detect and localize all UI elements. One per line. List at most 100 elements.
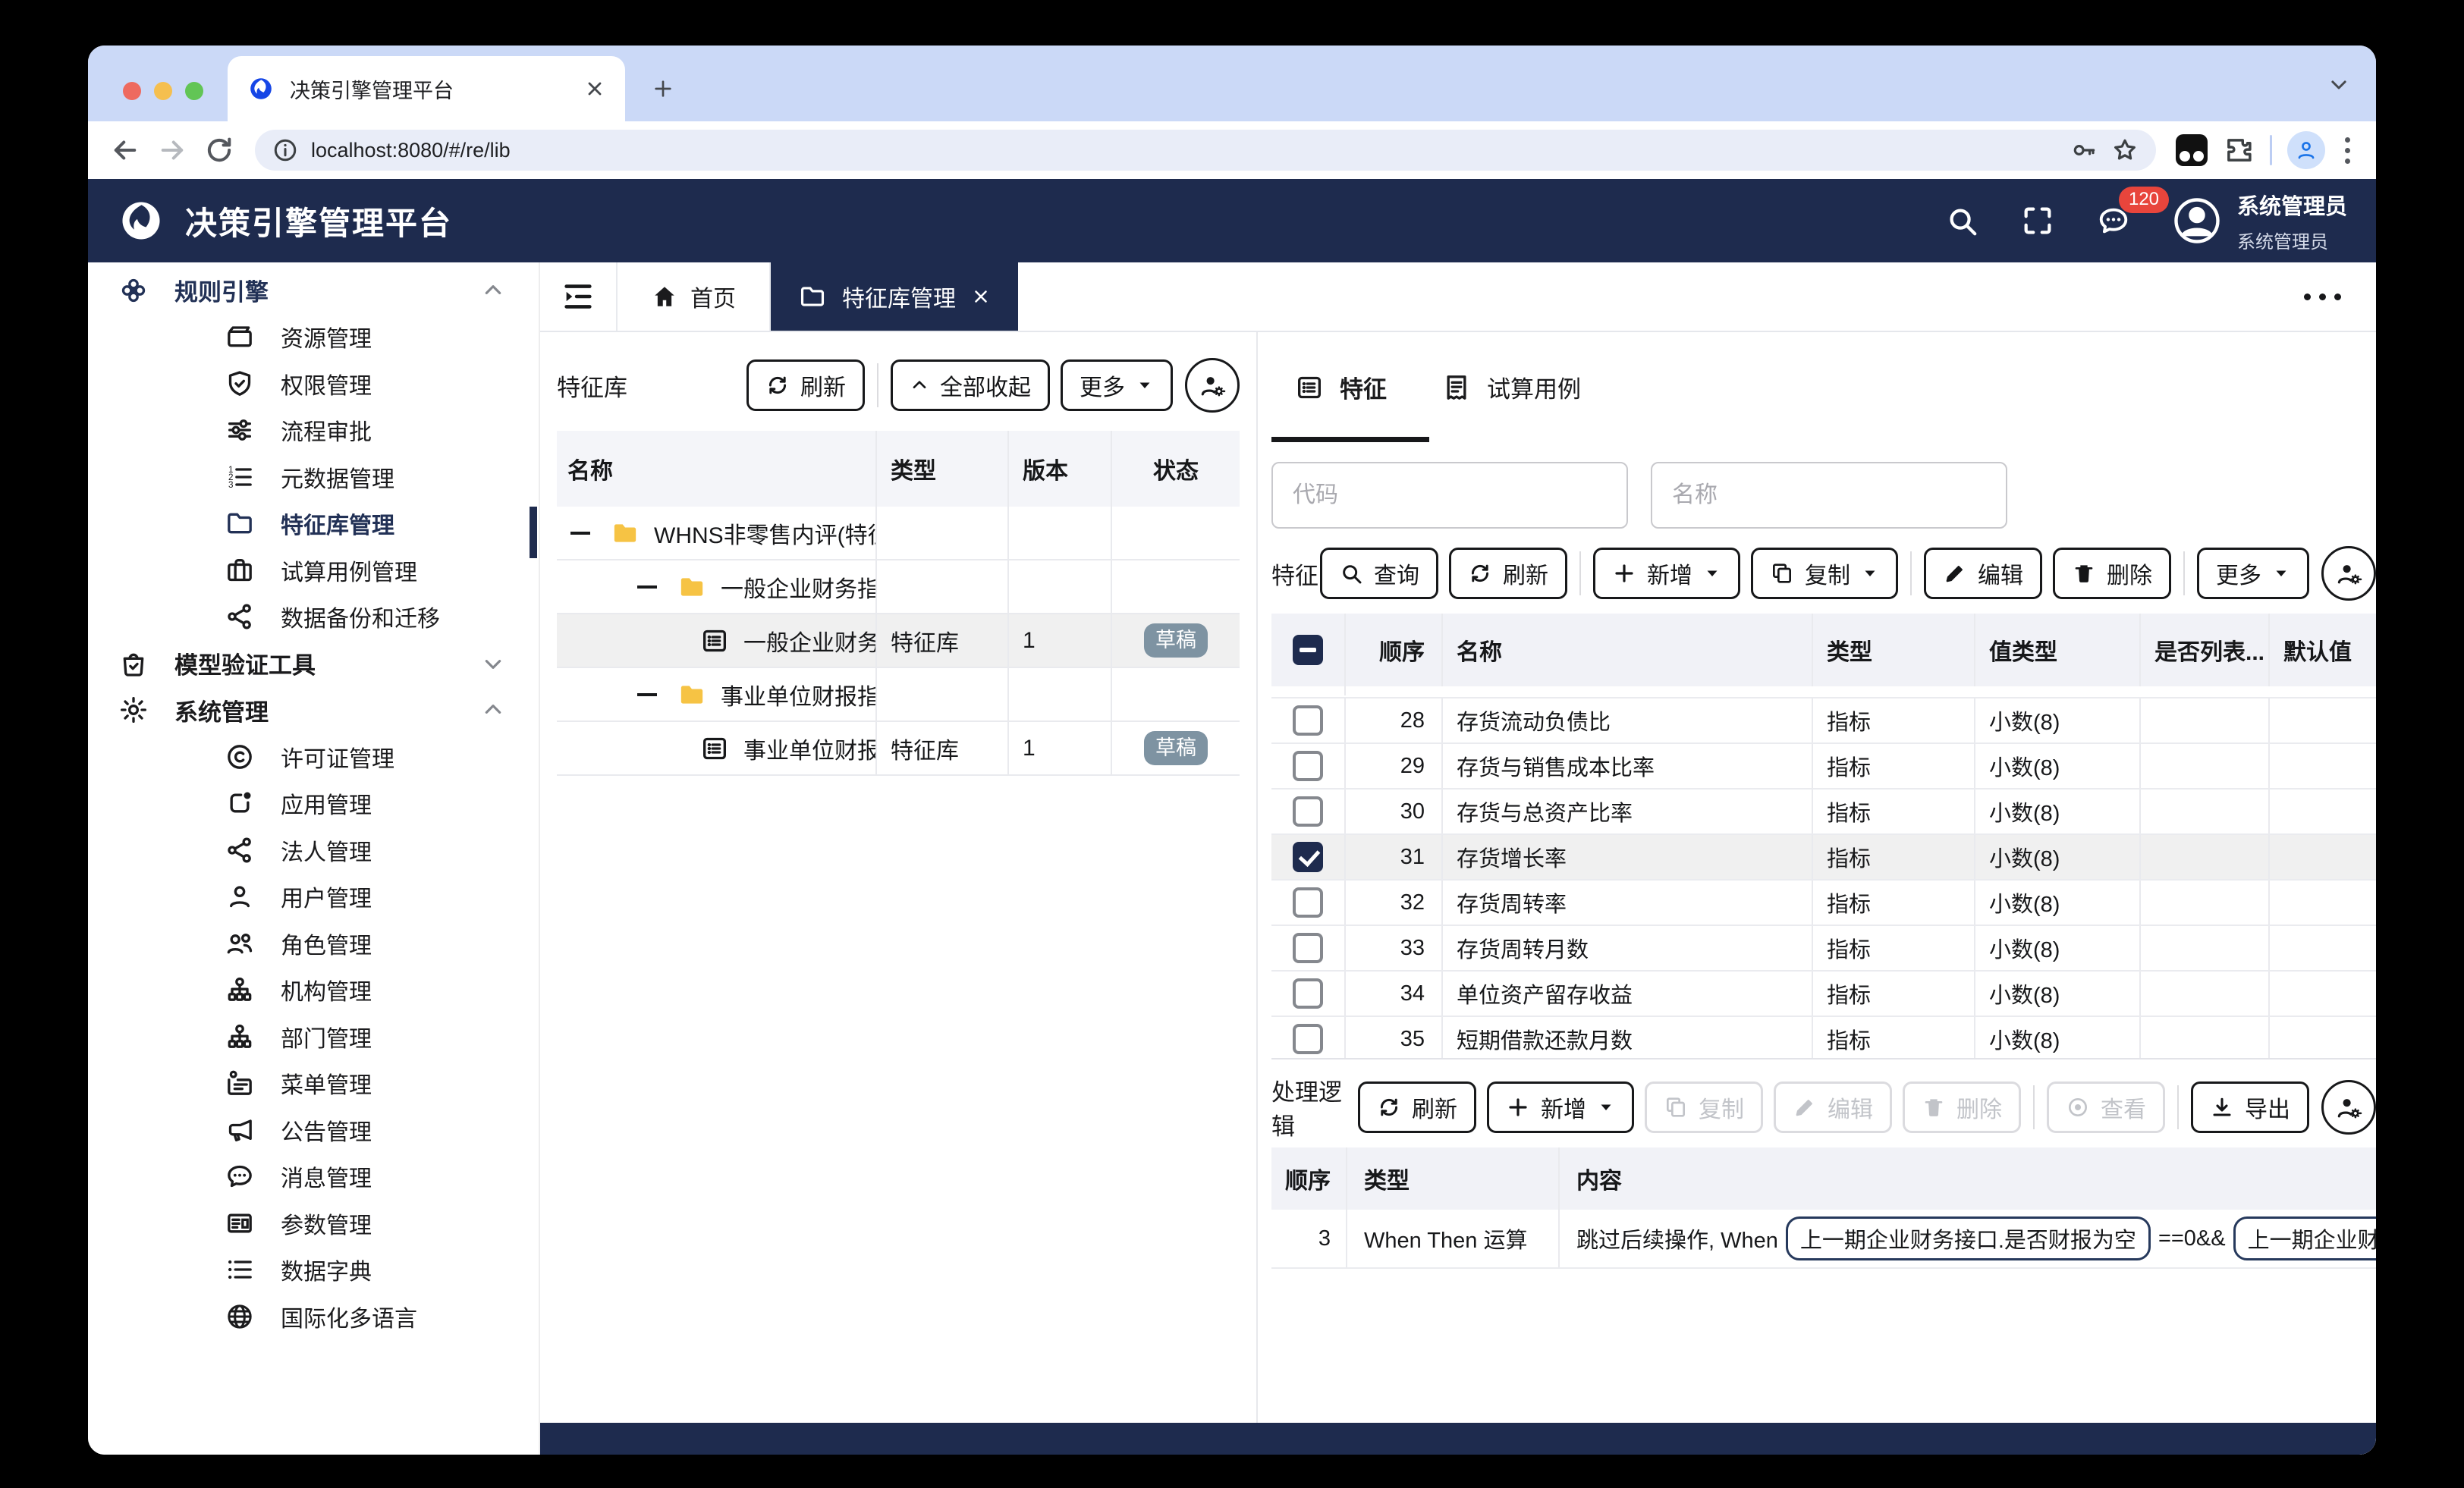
bookmark-star-icon[interactable] <box>2110 136 2139 165</box>
close-icon[interactable] <box>971 287 991 306</box>
more-button[interactable]: 更多 <box>2197 548 2309 599</box>
browser-menu-icon[interactable] <box>2340 137 2355 164</box>
logic-delete-button[interactable]: 删除 <box>1903 1081 2021 1133</box>
logic-edit-button[interactable]: 编辑 <box>1774 1081 1892 1133</box>
password-key-icon[interactable] <box>2070 136 2098 165</box>
sidebar-item-users[interactable]: 用户管理 <box>88 874 539 921</box>
feature-row[interactable]: 34 单位资产留存收益 指标 小数(8) <box>1271 972 2376 1017</box>
logic-row[interactable]: 3 When Then 运算 跳过后续操作, When 上一期企业财务接口.是否… <box>1271 1210 2376 1269</box>
logic-copy-button[interactable]: 复制 <box>1645 1081 1763 1133</box>
sidebar-item-roles[interactable]: 角色管理 <box>88 920 539 967</box>
reload-icon[interactable] <box>203 134 235 166</box>
sidebar-item-metadata[interactable]: 元数据管理 <box>88 454 539 501</box>
window-controls[interactable] <box>123 82 203 100</box>
add-button[interactable]: 新增 <box>1593 548 1740 599</box>
delete-button[interactable]: 删除 <box>2053 548 2171 599</box>
feature-row[interactable]: 32 存货周转率 指标 小数(8) <box>1271 881 2376 926</box>
sidebar-group-model-validation[interactable]: 模型验证工具 <box>88 640 539 687</box>
darkmode-extension-icon[interactable] <box>2176 134 2208 166</box>
tab-search-button[interactable] <box>2327 73 2350 96</box>
sidebar-item-applications[interactable]: 应用管理 <box>88 780 539 827</box>
extensions-puzzle-icon[interactable] <box>2223 134 2255 166</box>
sidebar-item-test-cases[interactable]: 试算用例管理 <box>88 547 539 594</box>
sidebar-item-workflow[interactable]: 流程审批 <box>88 407 539 454</box>
tab-close-icon[interactable] <box>584 78 605 99</box>
sidebar-item-parameters[interactable]: 参数管理 <box>88 1200 539 1247</box>
forward-icon[interactable] <box>156 134 188 166</box>
tree-row[interactable]: WHNS非零售内评(特征库) <box>557 507 1240 560</box>
tab-more-menu-icon[interactable] <box>2304 294 2376 300</box>
sidebar-item-legal-entity[interactable]: 法人管理 <box>88 827 539 874</box>
sidebar-item-permissions[interactable]: 权限管理 <box>88 360 539 407</box>
site-info-icon[interactable] <box>272 137 299 164</box>
select-all-checkbox[interactable] <box>1293 635 1323 665</box>
row-checkbox[interactable] <box>1293 751 1323 781</box>
row-checkbox[interactable] <box>1293 887 1323 918</box>
logic-export-button[interactable]: 导出 <box>2191 1081 2309 1133</box>
logic-refresh-button[interactable]: 刷新 <box>1358 1081 1476 1133</box>
row-checkbox[interactable] <box>1293 978 1323 1009</box>
new-tab-button[interactable] <box>651 56 675 121</box>
url-text[interactable]: localhost:8080/#/re/lib <box>311 139 2057 162</box>
zoom-window-button[interactable] <box>185 82 203 100</box>
sidebar-item-departments[interactable]: 部门管理 <box>88 1013 539 1060</box>
tab-home[interactable]: 首页 <box>616 262 771 331</box>
sidebar-scrollbar-thumb[interactable] <box>530 507 537 558</box>
browser-profile-avatar[interactable] <box>2287 131 2325 169</box>
sidebar-group-rule-engine[interactable]: 规则引擎 <box>88 267 539 314</box>
fullscreen-icon[interactable] <box>2020 203 2055 238</box>
logic-view-button[interactable]: 查看 <box>2047 1081 2165 1133</box>
row-checkbox-checked[interactable] <box>1293 842 1323 872</box>
row-checkbox[interactable] <box>1293 1024 1323 1054</box>
collapse-sidebar-button[interactable] <box>540 262 616 331</box>
sidebar-item-license[interactable]: 许可证管理 <box>88 733 539 780</box>
logic-column-settings-button[interactable] <box>2321 1080 2376 1135</box>
address-bar[interactable]: localhost:8080/#/re/lib <box>255 130 2156 171</box>
minimize-window-button[interactable] <box>154 82 172 100</box>
sidebar-item-announcements[interactable]: 公告管理 <box>88 1107 539 1154</box>
tree-row-selected[interactable]: 一般企业财务指标 特征库 1 草稿 <box>557 614 1240 668</box>
copy-button[interactable]: 复制 <box>1751 548 1898 599</box>
feature-row-selected[interactable]: 31 存货增长率 指标 小数(8) <box>1271 835 2376 881</box>
refresh-button[interactable]: 刷新 <box>1449 548 1567 599</box>
collapse-all-button[interactable]: 全部收起 <box>891 359 1050 411</box>
collapse-toggle-icon[interactable] <box>570 532 590 535</box>
sidebar-item-organizations[interactable]: 机构管理 <box>88 967 539 1014</box>
row-checkbox[interactable] <box>1293 933 1323 963</box>
tree-more-button[interactable]: 更多 <box>1061 359 1173 411</box>
tree-refresh-button[interactable]: 刷新 <box>746 359 865 411</box>
back-icon[interactable] <box>109 134 141 166</box>
feature-row[interactable]: 30 存货与总资产比率 指标 小数(8) <box>1271 790 2376 835</box>
search-icon[interactable] <box>1944 203 1979 238</box>
close-window-button[interactable] <box>123 82 141 100</box>
tree-row[interactable]: 事业单位财报指标 特征库 1 草稿 <box>557 722 1240 776</box>
collapse-toggle-icon[interactable] <box>637 693 657 696</box>
feature-row[interactable]: 28 存货流动负债比 指标 小数(8) <box>1271 698 2376 744</box>
collapse-toggle-icon[interactable] <box>637 585 657 589</box>
row-checkbox[interactable] <box>1293 705 1323 736</box>
edit-button[interactable]: 编辑 <box>1924 548 2042 599</box>
tab-features[interactable]: 特征 <box>1294 370 1387 404</box>
code-filter-input[interactable] <box>1271 462 1628 529</box>
tree-row[interactable]: 一般企业财务指标 <box>557 560 1240 614</box>
sidebar-item-menus[interactable]: 菜单管理 <box>88 1060 539 1107</box>
sidebar-item-i18n[interactable]: 国际化多语言 <box>88 1293 539 1340</box>
feature-row[interactable]: 35 短期借款还款月数 指标 小数(8) <box>1271 1017 2376 1059</box>
sidebar-item-backup[interactable]: 数据备份和迁移 <box>88 594 539 641</box>
sidebar-item-messages[interactable]: 消息管理 <box>88 1154 539 1201</box>
row-checkbox[interactable] <box>1293 796 1323 827</box>
feature-row[interactable]: 33 存货周转月数 指标 小数(8) <box>1271 926 2376 972</box>
tab-feature-library[interactable]: 特征库管理 <box>771 262 1018 331</box>
name-filter-input[interactable] <box>1651 462 2007 529</box>
feature-column-settings-button[interactable] <box>2321 546 2376 601</box>
sidebar-group-system[interactable]: 系统管理 <box>88 687 539 734</box>
query-button[interactable]: 查询 <box>1320 548 1438 599</box>
messages-button[interactable]: 120 <box>2096 203 2131 238</box>
tree-column-settings-button[interactable] <box>1185 358 1240 413</box>
feature-row[interactable]: 29 存货与销售成本比率 指标 小数(8) <box>1271 744 2376 790</box>
sidebar-item-data-dictionary[interactable]: 数据字典 <box>88 1247 539 1294</box>
logic-add-button[interactable]: 新增 <box>1487 1081 1634 1133</box>
browser-tab[interactable]: 决策引擎管理平台 <box>228 56 625 121</box>
sidebar-item-resources[interactable]: 资源管理 <box>88 314 539 361</box>
sidebar-item-feature-library[interactable]: 特征库管理 <box>88 501 539 548</box>
